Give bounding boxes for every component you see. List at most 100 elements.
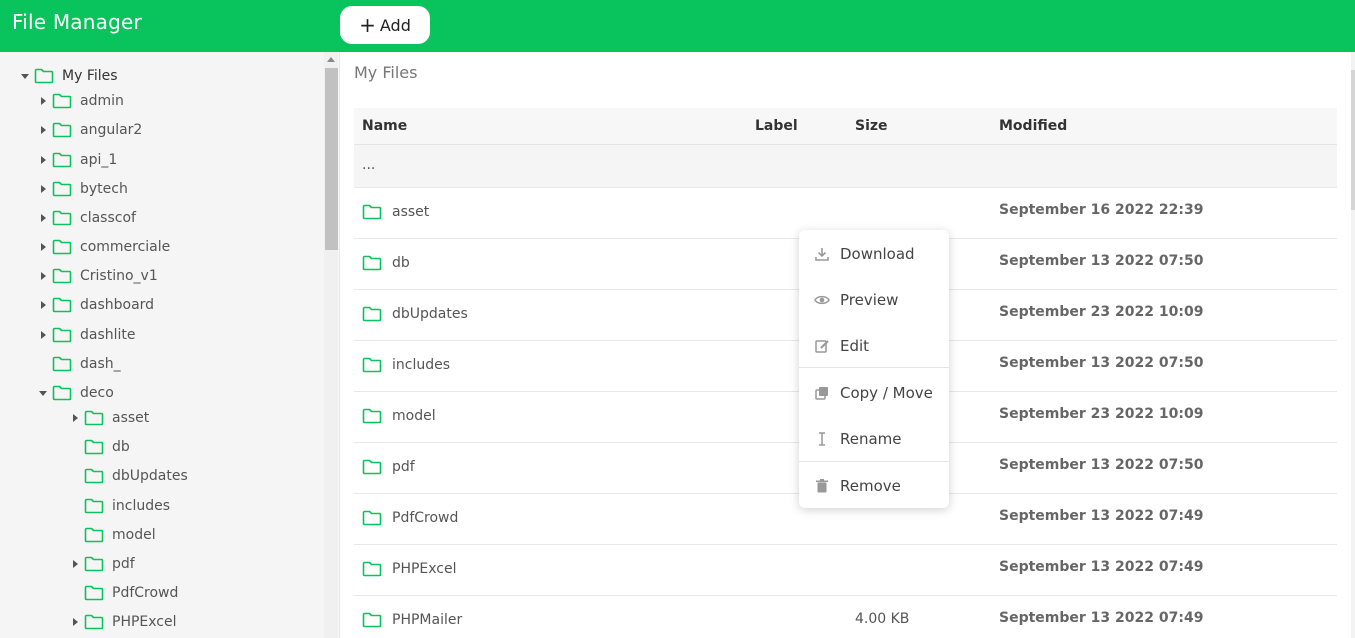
tree-item[interactable]: angular2	[38, 119, 142, 141]
trash-icon	[814, 478, 830, 494]
file-modified-date: September 23 2022 10:09	[999, 406, 1204, 422]
caret-right-icon[interactable]	[70, 413, 80, 423]
context-menu-label: Copy / Move	[840, 384, 933, 402]
column-name[interactable]: Name	[362, 118, 407, 134]
tree-root-my-files[interactable]: My Files	[20, 65, 118, 87]
caret-right-icon[interactable]	[38, 125, 48, 135]
tree-item-label: api_1	[80, 152, 118, 168]
tree-item[interactable]: asset	[70, 407, 149, 429]
folder-icon	[52, 297, 72, 313]
tree-item[interactable]: PdfCrowd	[70, 582, 178, 604]
file-name-cell[interactable]: PdfCrowd	[362, 510, 458, 526]
caret-down-icon[interactable]	[38, 388, 48, 398]
file-name: dbUpdates	[392, 306, 468, 322]
file-name-cell[interactable]: dbUpdates	[362, 306, 468, 322]
tree-item-label: includes	[112, 498, 171, 514]
tree-item[interactable]: commerciale	[38, 236, 170, 258]
file-modified-date: September 13 2022 07:50	[999, 457, 1204, 473]
parent-folder-row[interactable]: ...	[354, 145, 1337, 188]
column-size[interactable]: Size	[855, 118, 888, 134]
caret-right-icon[interactable]	[38, 155, 48, 165]
file-name-cell[interactable]: PHPMailer	[362, 612, 462, 628]
column-label[interactable]: Label	[755, 118, 798, 134]
tree-item[interactable]: PHPExcel	[70, 611, 177, 633]
file-modified-date: September 13 2022 07:49	[999, 610, 1204, 626]
folder-icon	[52, 122, 72, 138]
caret-right-icon[interactable]	[70, 617, 80, 627]
context-menu-edit[interactable]: Edit	[799, 326, 949, 366]
tree-item[interactable]: deco	[38, 382, 114, 404]
caret-right-icon[interactable]	[38, 330, 48, 340]
tree-item[interactable]: api_1	[38, 149, 117, 171]
tree-item-label: dashlite	[80, 327, 136, 343]
tree-item[interactable]: dbUpdates	[70, 465, 188, 487]
file-name: pdf	[392, 459, 415, 475]
context-menu-divider	[799, 461, 949, 462]
context-menu-download[interactable]: Download	[799, 234, 949, 274]
file-name: PHPMailer	[392, 612, 463, 628]
tree-item[interactable]: bytech	[38, 178, 128, 200]
context-menu-remove[interactable]: Remove	[799, 466, 949, 506]
caret-right-icon[interactable]	[38, 96, 48, 106]
file-name: db	[392, 255, 410, 271]
file-name-cell[interactable]: pdf	[362, 459, 415, 475]
caret-right-icon[interactable]	[70, 559, 80, 569]
breadcrumb[interactable]: My Files	[354, 63, 417, 82]
tree-item[interactable]: pdf	[70, 553, 135, 575]
tree-item-label: dbUpdates	[112, 468, 188, 484]
folder-icon	[84, 439, 104, 455]
file-modified-date: September 13 2022 07:50	[999, 253, 1204, 269]
folder-icon	[52, 93, 72, 109]
file-name-cell[interactable]: PHPExcel	[362, 561, 457, 577]
caret-right-icon[interactable]	[38, 271, 48, 281]
context-menu-label: Download	[840, 245, 915, 263]
caret-spacer	[70, 471, 80, 481]
context-menu-label: Edit	[840, 337, 870, 355]
caret-right-icon[interactable]	[38, 300, 48, 310]
caret-right-icon[interactable]	[38, 213, 48, 223]
folder-icon	[34, 68, 54, 84]
folder-icon	[52, 268, 72, 284]
tree-item[interactable]: includes	[70, 495, 170, 517]
folder-icon	[84, 468, 104, 484]
tree-item-label: dashboard	[80, 297, 155, 313]
tree-item[interactable]: Cristino_v1	[38, 265, 158, 287]
main-scrollbar-thumb[interactable]	[1351, 70, 1355, 210]
folder-icon	[52, 239, 72, 255]
file-name-cell[interactable]: asset	[362, 204, 429, 220]
table-row[interactable]: PHPExcel September 13 2022 07:49	[354, 545, 1337, 596]
folder-icon	[362, 612, 382, 628]
add-button[interactable]: + Add	[340, 6, 430, 44]
caret-right-icon[interactable]	[38, 242, 48, 252]
context-menu-copy-move[interactable]: Copy / Move	[799, 373, 949, 413]
context-menu-rename[interactable]: Rename	[799, 419, 949, 459]
tree-item-label: bytech	[80, 181, 128, 197]
column-modified[interactable]: Modified	[999, 118, 1067, 134]
file-name-cell[interactable]: includes	[362, 357, 450, 373]
caret-right-icon[interactable]	[38, 184, 48, 194]
folder-icon	[362, 510, 382, 526]
tree-item[interactable]: dashlite	[38, 324, 136, 346]
folder-icon	[84, 410, 104, 426]
file-name-cell[interactable]: db	[362, 255, 410, 271]
folder-icon	[84, 556, 104, 572]
tree-item[interactable]: db	[70, 436, 130, 458]
scroll-up-arrow-icon[interactable]	[327, 57, 335, 62]
tree-item[interactable]: dashboard	[38, 294, 154, 316]
folder-icon	[362, 459, 382, 475]
context-menu-preview[interactable]: Preview	[799, 280, 949, 320]
file-modified-date: September 16 2022 22:39	[999, 202, 1204, 218]
tree-item[interactable]: dash_	[38, 353, 121, 375]
file-name-cell[interactable]: model	[362, 408, 436, 424]
tree-item-label: classcof	[80, 210, 136, 226]
plus-icon: +	[359, 13, 376, 37]
folder-tree-sidebar: My Files admin angular2 api_1bytech classcof…	[0, 52, 340, 638]
tree-item[interactable]: classcof	[38, 207, 136, 229]
tree-item[interactable]: admin	[38, 90, 124, 112]
table-row[interactable]: PHPMailer 4.00 KB September 13 2022 07:49	[354, 596, 1337, 638]
sidebar-scrollbar-thumb[interactable]	[325, 68, 338, 250]
tree-item[interactable]: model	[70, 524, 156, 546]
caret-spacer	[70, 442, 80, 452]
caret-down-icon[interactable]	[20, 71, 30, 81]
context-menu-label: Remove	[840, 477, 901, 495]
